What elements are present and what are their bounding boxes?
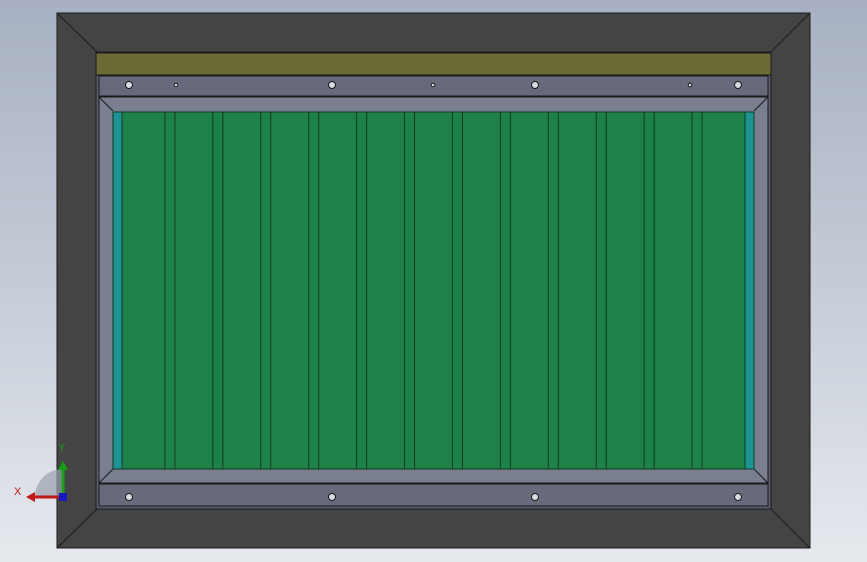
- top-rail-hole: [173, 82, 179, 88]
- green-panel-array[interactable]: [112, 111, 755, 470]
- left-teal-strip: [112, 111, 123, 470]
- bottom-rail-hole: [531, 493, 539, 501]
- graphics-viewport[interactable]: Y X: [0, 0, 867, 562]
- right-teal-strip: [744, 111, 755, 470]
- bottom-rail-hole: [734, 493, 742, 501]
- z-axis-origin-icon: [59, 493, 67, 501]
- triad-shadow-arc: [35, 469, 63, 497]
- bottom-rail-hole: [328, 493, 336, 501]
- model-view[interactable]: [0, 0, 867, 562]
- top-rail-hole: [430, 82, 436, 88]
- top-rail-hole: [125, 81, 133, 89]
- x-axis-arrowhead-icon: [26, 492, 35, 502]
- top-rail-hole: [687, 82, 693, 88]
- orientation-triad[interactable]: [26, 461, 68, 502]
- top-rail-hole: [531, 81, 539, 89]
- top-rail-hole: [734, 81, 742, 89]
- x-axis-label: X: [14, 486, 22, 498]
- bottom-rail-body: [98, 483, 769, 507]
- bottom-rail[interactable]: [98, 483, 769, 507]
- top-rail-hole: [328, 81, 336, 89]
- y-axis-label: Y: [58, 442, 66, 454]
- top-olive-bar[interactable]: [95, 52, 772, 76]
- bottom-rail-hole: [125, 493, 133, 501]
- top-rail[interactable]: [98, 75, 769, 97]
- panel-area: [112, 111, 755, 470]
